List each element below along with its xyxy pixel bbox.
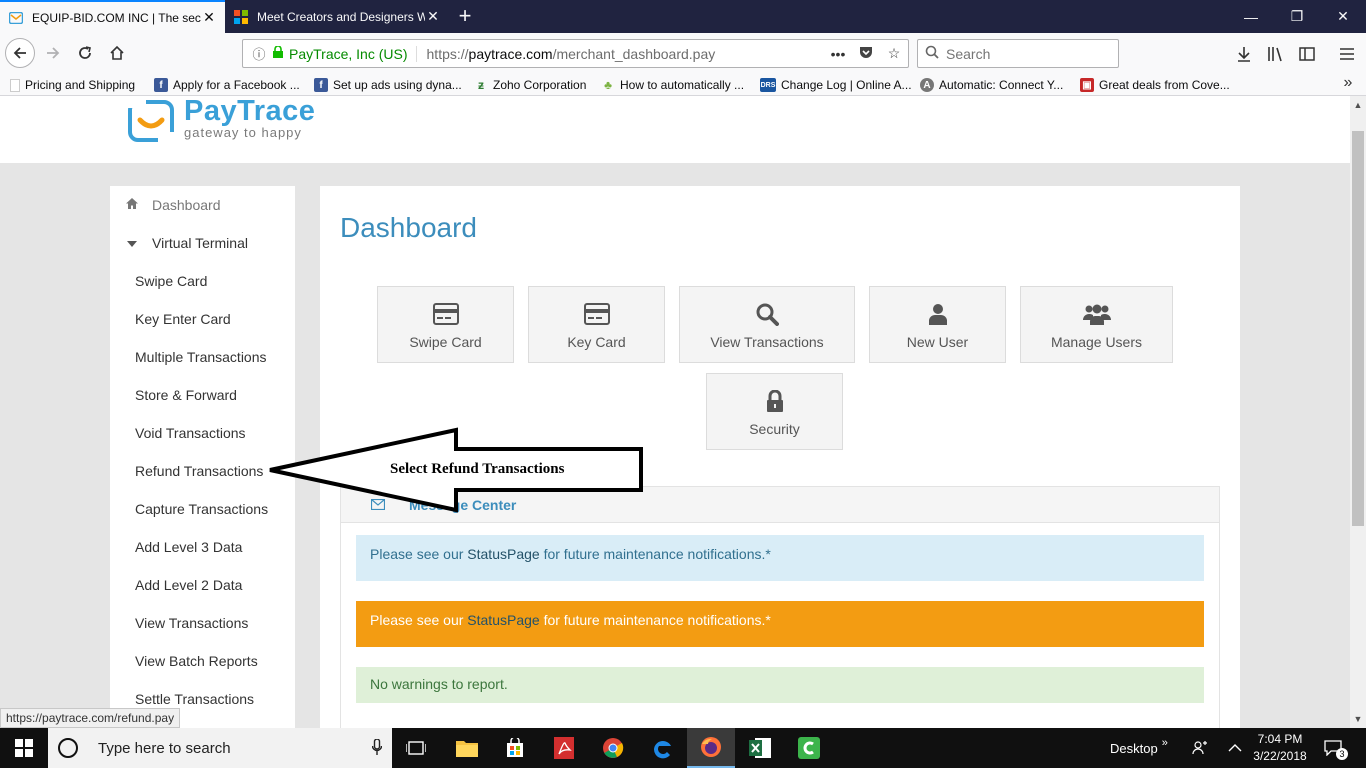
excel-icon[interactable] [736,728,784,768]
scroll-up-arrow-icon[interactable]: ▲ [1350,96,1366,114]
microphone-icon[interactable] [362,737,392,758]
clock-time: 7:04 PM [1257,732,1303,746]
system-clock[interactable]: 7:04 PM 3/22/2018 [1248,731,1312,765]
windows-start-icon[interactable] [0,728,48,768]
scroll-down-arrow-icon[interactable]: ▼ [1350,710,1366,728]
page-scrollbar[interactable]: ▲ ▼ [1350,96,1366,728]
annotation-callout-text: Select Refund Transactions [390,461,565,477]
firefox-icon[interactable] [687,728,735,768]
notification-center-icon[interactable]: 3 [1324,728,1348,768]
chevron-double-right-icon: » [1161,737,1168,749]
annotation-arrow [269,427,643,513]
notification-count-badge: 3 [1336,748,1348,760]
edge-icon[interactable] [638,728,686,768]
task-view-icon[interactable] [392,728,440,768]
acrobat-icon[interactable] [540,728,588,768]
people-icon[interactable] [1192,728,1208,768]
chrome-icon[interactable] [589,728,637,768]
tray-chevron-up-icon[interactable] [1228,728,1242,768]
link-status-tooltip: https://paytrace.com/refund.pay [0,708,181,728]
clock-date: 3/22/2018 [1253,749,1307,763]
cortana-icon [58,738,78,758]
file-explorer-icon[interactable] [443,728,491,768]
desktop-label: Desktop [1110,740,1158,756]
desktop-toolbar[interactable]: Desktop » [1110,728,1168,768]
camtasia-icon[interactable] [785,728,833,768]
store-icon[interactable] [491,728,539,768]
windows-taskbar: Type here to search Desktop » 7:04 PM 3/… [0,728,1366,768]
taskbar-search-box[interactable]: Type here to search [48,728,392,768]
scroll-thumb[interactable] [1352,131,1364,526]
taskbar-search-placeholder: Type here to search [98,739,231,757]
